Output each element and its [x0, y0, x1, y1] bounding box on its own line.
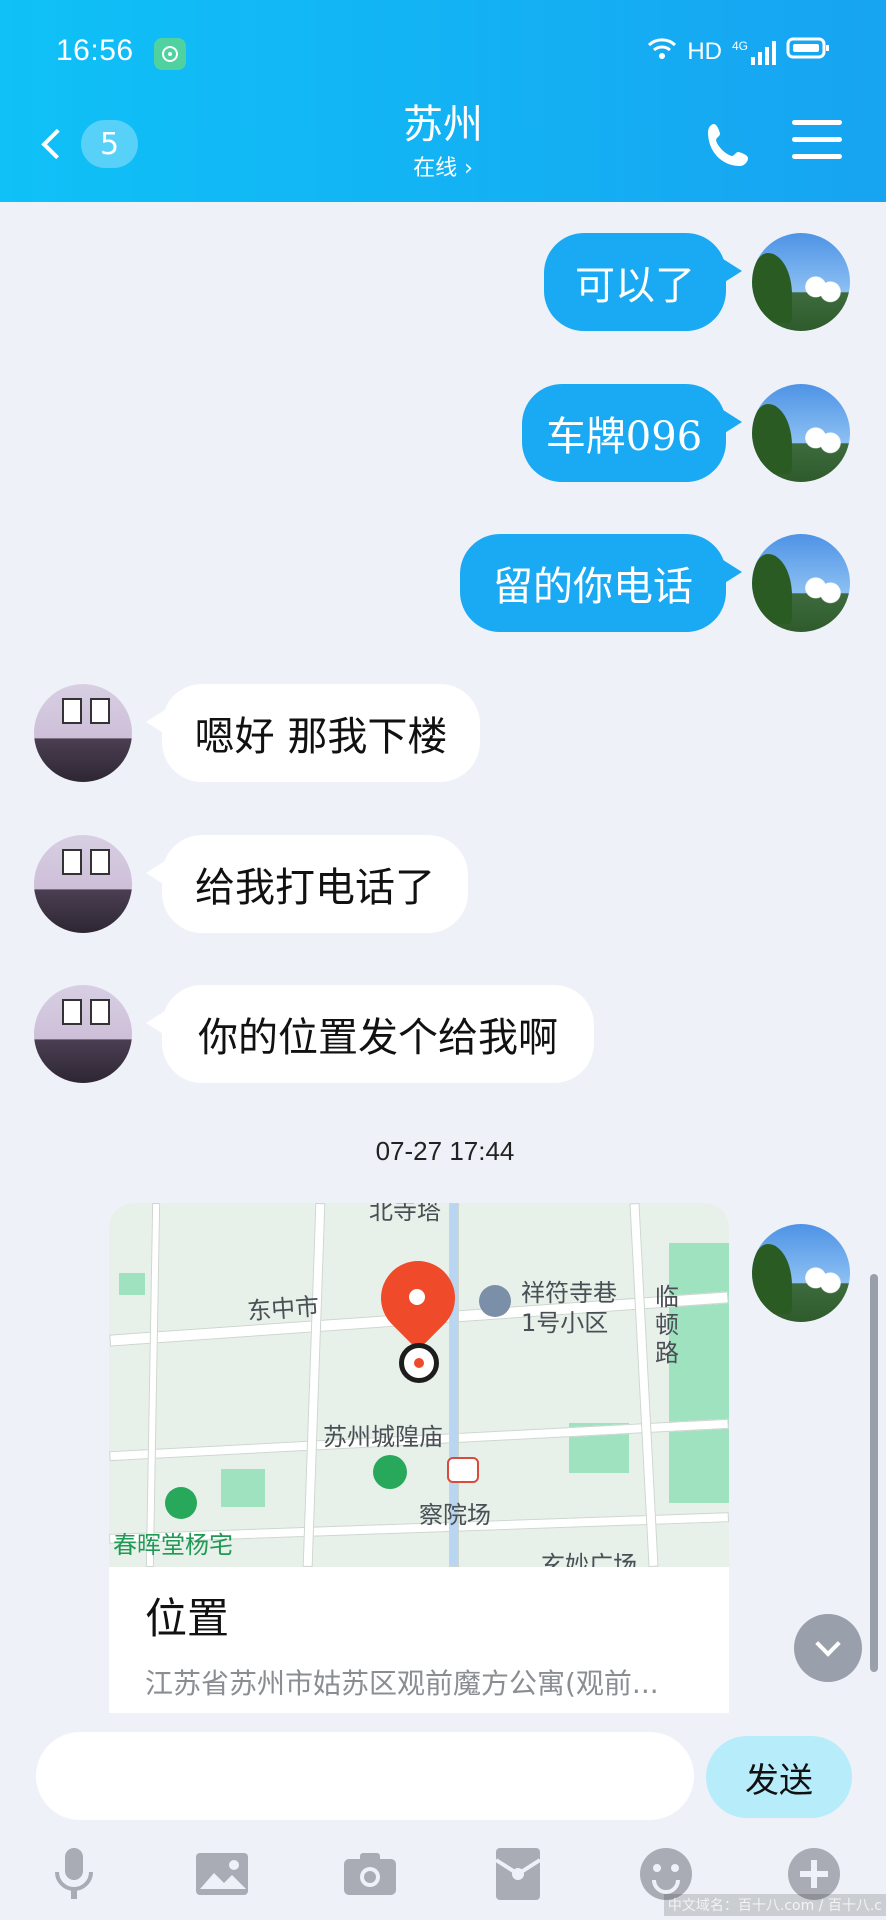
input-toolbar: 中文域名：百十八.com / 百十八.c: [0, 1836, 886, 1920]
status-bar: 16:56 HD 4G: [0, 30, 886, 80]
phone-call-button[interactable]: [700, 118, 756, 174]
menu-line: [792, 137, 842, 142]
map-label: 路: [655, 1339, 679, 1367]
hd-label: HD: [687, 37, 722, 65]
my-message-bubble[interactable]: 可以了: [544, 233, 742, 331]
contact-message-bubble[interactable]: 嗯好 那我下楼: [146, 684, 480, 782]
microphone-icon[interactable]: [46, 1846, 102, 1902]
location-address: 江苏省苏州市姑苏区观前魔方公寓(观前...: [145, 1667, 659, 1700]
message-text: 可以了: [575, 263, 695, 309]
wifi-icon: [647, 36, 677, 67]
my-message-bubble[interactable]: 车牌096: [522, 384, 742, 482]
status-time: 16:56: [56, 34, 134, 67]
online-status: 在线 ›: [413, 156, 473, 181]
poi-metro-icon: [447, 1457, 479, 1483]
signal-label: 4G: [731, 38, 748, 53]
contact-message-bubble[interactable]: 你的位置发个给我啊: [146, 985, 594, 1083]
contact-message-bubble[interactable]: 给我打电话了: [146, 835, 468, 933]
signal-icon: 4G: [732, 39, 776, 65]
map-label: 1号小区: [521, 1309, 609, 1337]
unread-count-badge: 5: [81, 120, 138, 168]
message-text: 你的位置发个给我啊: [198, 1015, 558, 1061]
map-label: 玄妙广场: [541, 1551, 637, 1567]
my-avatar[interactable]: [752, 534, 850, 632]
menu-line: [792, 154, 842, 159]
red-packet-icon[interactable]: [490, 1846, 546, 1902]
nav-bar: 5 苏州 在线 ›: [0, 96, 886, 202]
my-avatar[interactable]: [752, 384, 850, 482]
message-text: 留的你电话: [493, 564, 693, 610]
park-area: [119, 1273, 145, 1295]
message-timestamp: 07-27 17:44: [375, 1136, 515, 1166]
image-icon[interactable]: [194, 1846, 250, 1902]
poi-house-icon: [479, 1285, 511, 1317]
map-label: 春晖堂杨宅: [113, 1531, 233, 1559]
map-label: 东中市: [246, 1292, 321, 1326]
location-title: 位置: [145, 1594, 230, 1643]
menu-line: [792, 120, 842, 125]
back-button[interactable]: 5: [38, 114, 138, 174]
scrollbar[interactable]: [870, 1274, 878, 1672]
phone-icon: [708, 124, 748, 166]
poi-camera-icon: [165, 1487, 197, 1519]
location-target-icon: [399, 1343, 439, 1383]
composer: 发送: [0, 1730, 886, 1830]
chat-title-area[interactable]: 苏州 在线 ›: [343, 102, 543, 182]
watermark-text: 中文域名：百十八.com / 百十八.c: [663, 1894, 886, 1916]
chevron-left-icon: [41, 128, 72, 160]
contact-avatar[interactable]: [34, 684, 132, 782]
poi-temple-icon: [373, 1455, 407, 1489]
park-area: [221, 1469, 265, 1507]
map-road: [302, 1203, 326, 1567]
message-input[interactable]: [36, 1732, 694, 1820]
contact-avatar[interactable]: [34, 985, 132, 1083]
my-avatar[interactable]: [752, 233, 850, 331]
scroll-to-bottom-button[interactable]: [794, 1614, 862, 1682]
status-icons: HD 4G: [647, 36, 830, 67]
map-road: [145, 1203, 161, 1567]
header-bar: 16:56 HD 4G 5 苏州 在线 ›: [0, 0, 886, 202]
message-text: 给我打电话了: [195, 865, 435, 911]
camera-icon[interactable]: [342, 1846, 398, 1902]
chevron-down-icon: [815, 1631, 841, 1657]
message-text: 车牌096: [545, 414, 703, 460]
my-message-bubble[interactable]: 留的你电话: [460, 534, 742, 632]
map-label: 北寺塔: [369, 1203, 441, 1225]
menu-button[interactable]: [792, 120, 842, 170]
map-preview[interactable]: 北寺塔 东中市 祥符寺巷 1号小区 临 顿 路 苏州城隍庙 察院场 春晖堂杨宅 …: [109, 1203, 729, 1567]
location-info: 位置 江苏省苏州市姑苏区观前魔方公寓(观前...: [109, 1567, 729, 1702]
send-button[interactable]: 发送: [706, 1736, 852, 1818]
chat-title: 苏州: [403, 102, 483, 148]
contact-avatar[interactable]: [34, 835, 132, 933]
map-label: 苏州城隍庙: [323, 1423, 443, 1451]
location-message-card[interactable]: 北寺塔 东中市 祥符寺巷 1号小区 临 顿 路 苏州城隍庙 察院场 春晖堂杨宅 …: [109, 1203, 729, 1713]
message-text: 嗯好 那我下楼: [194, 714, 448, 760]
map-road: [629, 1203, 659, 1567]
app-notification-icon: [154, 38, 186, 70]
my-avatar[interactable]: [752, 1224, 850, 1322]
map-label: 察院场: [419, 1501, 491, 1529]
battery-icon: [786, 36, 830, 67]
